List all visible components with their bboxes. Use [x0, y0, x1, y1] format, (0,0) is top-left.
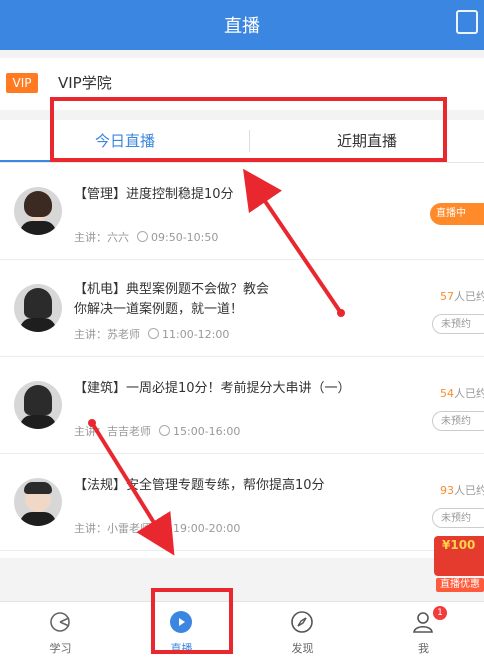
- annotation-arrows: [88, 168, 345, 556]
- arrow-to-tabs: [243, 168, 343, 315]
- arrow-to-live-tab: [90, 421, 175, 556]
